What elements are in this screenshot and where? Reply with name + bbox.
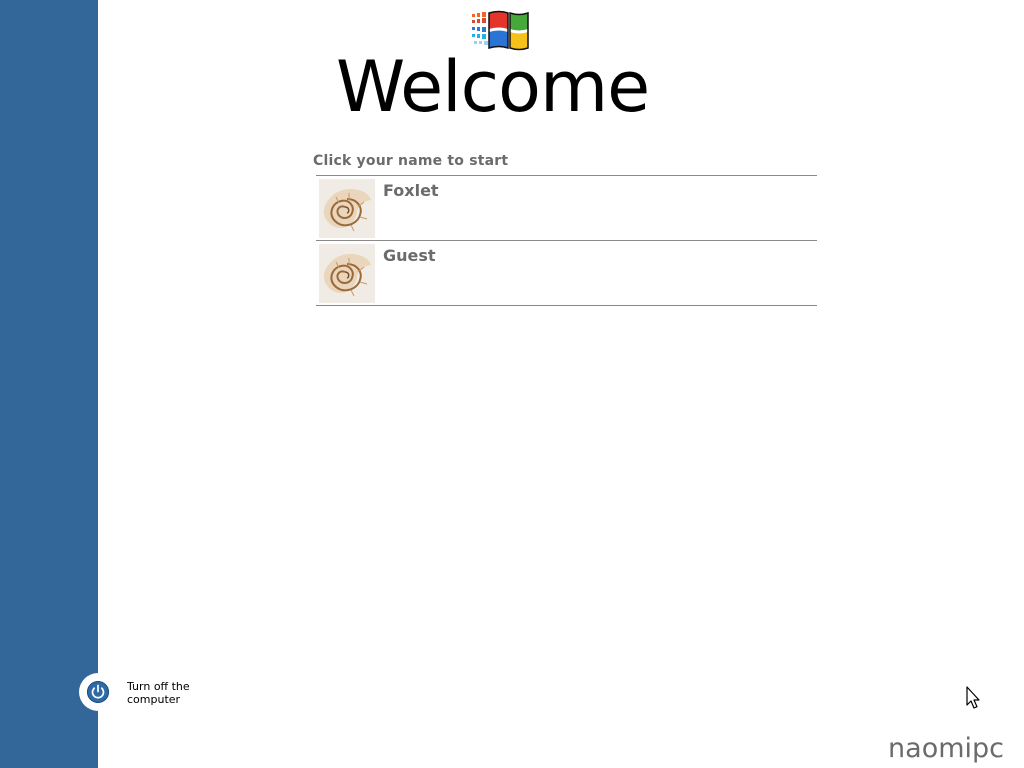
turn-off-button[interactable] bbox=[79, 673, 117, 711]
user-name: Guest bbox=[383, 246, 436, 265]
user-name: Foxlet bbox=[383, 181, 439, 200]
instruction-text: Click your name to start bbox=[313, 153, 509, 169]
user-list: Foxlet Guest bbox=[316, 175, 817, 306]
turn-off-label[interactable]: Turn off the computer bbox=[127, 680, 217, 706]
user-tile-foxlet[interactable]: Foxlet bbox=[316, 176, 817, 241]
user-avatar bbox=[319, 179, 375, 238]
mouse-pointer-icon bbox=[966, 686, 980, 709]
nautilus-shell-icon bbox=[319, 179, 375, 238]
user-avatar bbox=[319, 244, 375, 303]
user-tile-guest[interactable]: Guest bbox=[316, 241, 817, 306]
welcome-screen: Welcome Click your name to start Foxlet bbox=[0, 0, 1024, 768]
power-icon bbox=[87, 681, 109, 703]
computer-name: naomipc bbox=[888, 733, 1004, 764]
welcome-title: Welcome bbox=[336, 46, 650, 128]
nautilus-shell-icon bbox=[319, 244, 375, 303]
left-sidebar bbox=[0, 0, 98, 768]
